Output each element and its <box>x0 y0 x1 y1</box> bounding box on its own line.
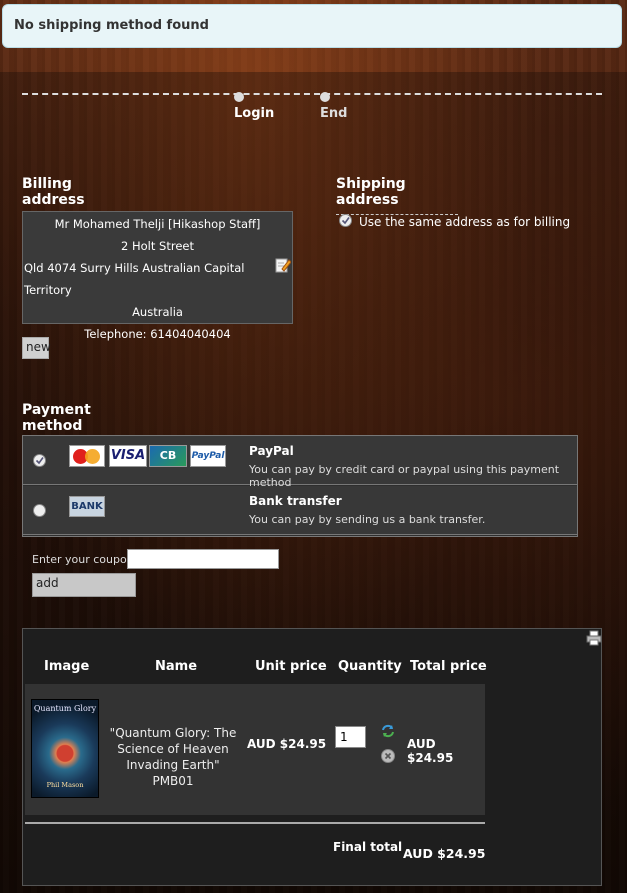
edit-address-icon[interactable] <box>275 257 291 273</box>
billing-address-box: Mr Mohamed Thelji [Hikashop Staff] 2 Hol… <box>22 211 293 341</box>
book-cover-title: Quantum Glory <box>33 704 97 713</box>
paypal-method-name: PayPal <box>249 444 294 458</box>
cart-header-total-price: Total price <box>410 659 487 674</box>
billing-line: Mr Mohamed Thelji [Hikashop Staff] <box>54 217 261 231</box>
step-dot-login <box>234 92 244 102</box>
visa-logo-icon: VISA <box>109 445 147 467</box>
bank-transfer-method-name: Bank transfer <box>249 494 342 508</box>
cart-header-quantity: Quantity <box>338 659 402 674</box>
step-dot-end <box>320 92 330 102</box>
final-total-label: Final total <box>333 840 403 854</box>
payment-row-paypal[interactable]: VISA CB PayPal PayPal You can pay by cre… <box>23 436 577 489</box>
shipping-address-title: Shipping address <box>336 176 458 215</box>
bank-transfer-radio-icon[interactable] <box>33 504 46 517</box>
cart-table: Image Name Unit price Quantity Total pri… <box>22 628 602 886</box>
cart-item-row: Quantum Glory Phil Mason "Quantum Glory:… <box>25 684 485 815</box>
billing-line: Qld 4074 Surry Hills Australian Capital … <box>24 261 245 297</box>
billing-line: Australia <box>132 305 183 319</box>
remove-item-icon[interactable] <box>381 749 395 763</box>
cb-logo-icon: CB <box>149 445 187 467</box>
mastercard-logo-icon <box>69 445 105 467</box>
total-price-value: AUD $24.95 <box>407 737 454 765</box>
cart-divider <box>25 822 485 824</box>
cart-header-unit-price: Unit price <box>255 659 327 674</box>
step-login-label[interactable]: Login <box>234 106 274 121</box>
new-address-button[interactable]: new <box>22 337 51 359</box>
cart-header-image: Image <box>44 659 90 674</box>
coupon-add-button[interactable]: add <box>32 573 136 597</box>
book-cover-author: Phil Mason <box>46 781 84 789</box>
billing-line: 2 Holt Street <box>121 239 194 253</box>
final-total-value: AUD $24.95 <box>403 846 486 861</box>
coupon-input[interactable] <box>127 549 279 569</box>
product-image[interactable]: Quantum Glory Phil Mason <box>31 699 99 798</box>
step-end-label: End <box>320 106 348 121</box>
notice-message: No shipping method found <box>2 4 622 48</box>
coupon-label: Enter your coupon <box>32 553 134 566</box>
billing-address-title: Billing address <box>22 176 128 215</box>
product-name[interactable]: "Quantum Glory: The Science of Heaven In… <box>109 725 237 789</box>
bank-logo-icon: BANK <box>69 496 105 517</box>
billing-line: Telephone: 61404040404 <box>84 327 231 341</box>
unit-price-value: AUD $24.95 <box>247 737 327 751</box>
step-progress-line <box>22 93 602 95</box>
same-address-checkbox-icon[interactable] <box>339 214 352 227</box>
refresh-icon[interactable] <box>381 724 395 738</box>
quantity-input[interactable]: 1 <box>335 726 366 748</box>
paypal-logo-icon: PayPal <box>190 445 226 467</box>
print-icon[interactable] <box>586 630 602 646</box>
same-address-label[interactable]: Use the same address as for billing <box>359 215 570 229</box>
bank-transfer-method-description: You can pay by sending us a bank transfe… <box>249 513 486 526</box>
paypal-radio-icon[interactable] <box>33 454 46 467</box>
payment-methods-table: VISA CB PayPal PayPal You can pay by cre… <box>22 435 578 537</box>
payment-row-bank-transfer[interactable]: BANK Bank transfer You can pay by sendin… <box>23 486 577 535</box>
cart-header-name: Name <box>155 659 198 674</box>
